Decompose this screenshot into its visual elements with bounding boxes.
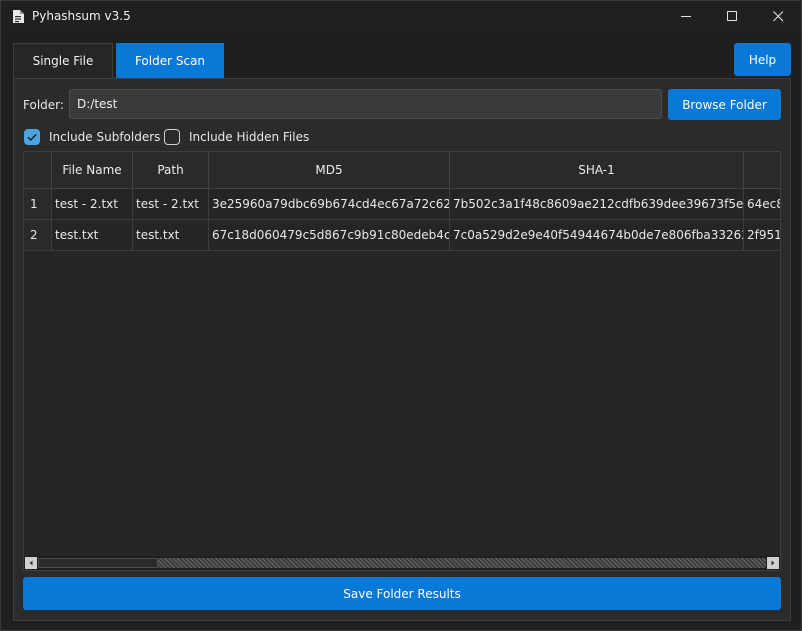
include-hidden-checkbox[interactable] xyxy=(164,129,180,145)
maximize-icon xyxy=(726,10,737,21)
column-header-next[interactable] xyxy=(744,152,780,189)
cell-next[interactable]: 64ec8 xyxy=(744,189,780,220)
column-header-md5[interactable]: MD5 xyxy=(209,152,450,189)
include-hidden-label: Include Hidden Files xyxy=(189,130,310,144)
include-hidden-option[interactable]: Include Hidden Files xyxy=(164,128,309,146)
tab-folder-scan[interactable]: Folder Scan xyxy=(116,43,224,78)
close-icon xyxy=(772,10,783,21)
save-folder-results-button[interactable]: Save Folder Results xyxy=(23,577,781,610)
maximize-button[interactable] xyxy=(709,1,755,31)
help-button[interactable]: Help xyxy=(734,43,791,76)
title-bar: Pyhashsum v3.5 xyxy=(1,1,801,31)
app-window: Pyhashsum v3.5 Single File Folder Scan H… xyxy=(0,0,802,631)
cell-file-name[interactable]: test.txt xyxy=(52,220,133,251)
folder-label: Folder: xyxy=(23,98,64,112)
corner-header[interactable] xyxy=(24,152,52,189)
close-button[interactable] xyxy=(755,1,801,31)
include-subfolders-label: Include Subfolders xyxy=(49,130,161,144)
minimize-icon xyxy=(680,15,691,17)
table-row[interactable]: 1 test - 2.txt test - 2.txt 3e25960a79db… xyxy=(24,189,780,220)
row-number[interactable]: 1 xyxy=(24,189,52,220)
cell-sha1[interactable]: 7c0a529d2e9e40f54944674b0de7e806fba33262 xyxy=(450,220,744,251)
column-header-path[interactable]: Path xyxy=(133,152,209,189)
horizontal-scrollbar[interactable] xyxy=(24,556,780,570)
table-row[interactable]: 2 test.txt test.txt 67c18d060479c5d867c9… xyxy=(24,220,780,251)
cell-md5[interactable]: 3e25960a79dbc69b674cd4ec67a72c62 xyxy=(209,189,450,220)
tab-single-file[interactable]: Single File xyxy=(13,43,113,78)
window-title: Pyhashsum v3.5 xyxy=(32,9,131,23)
arrow-right-icon xyxy=(771,560,775,566)
app-icon xyxy=(12,9,25,24)
include-subfolders-checkbox[interactable] xyxy=(24,129,40,145)
minimize-button[interactable] xyxy=(663,1,709,31)
scroll-thumb[interactable] xyxy=(38,558,158,568)
column-header-sha1[interactable]: SHA-1 xyxy=(450,152,744,189)
arrow-left-icon xyxy=(29,560,33,566)
cell-md5[interactable]: 67c18d060479c5d867c9b91c80edeb4c xyxy=(209,220,450,251)
checkmark-icon xyxy=(27,133,37,141)
cell-sha1[interactable]: 7b502c3a1f48c8609ae212cdfb639dee39673f5e xyxy=(450,189,744,220)
scroll-right-button[interactable] xyxy=(767,557,779,569)
cell-path[interactable]: test.txt xyxy=(133,220,209,251)
folder-path-input[interactable] xyxy=(69,89,662,119)
include-subfolders-option[interactable]: Include Subfolders xyxy=(24,128,160,146)
scroll-left-button[interactable] xyxy=(25,557,37,569)
cell-path[interactable]: test - 2.txt xyxy=(133,189,209,220)
cell-file-name[interactable]: test - 2.txt xyxy=(52,189,133,220)
browse-folder-button[interactable]: Browse Folder xyxy=(668,89,781,120)
row-number[interactable]: 2 xyxy=(24,220,52,251)
results-table[interactable]: File Name Path MD5 SHA-1 1 test - 2.txt … xyxy=(23,151,781,571)
cell-next[interactable]: 2f951 xyxy=(744,220,780,251)
column-header-file-name[interactable]: File Name xyxy=(52,152,133,189)
